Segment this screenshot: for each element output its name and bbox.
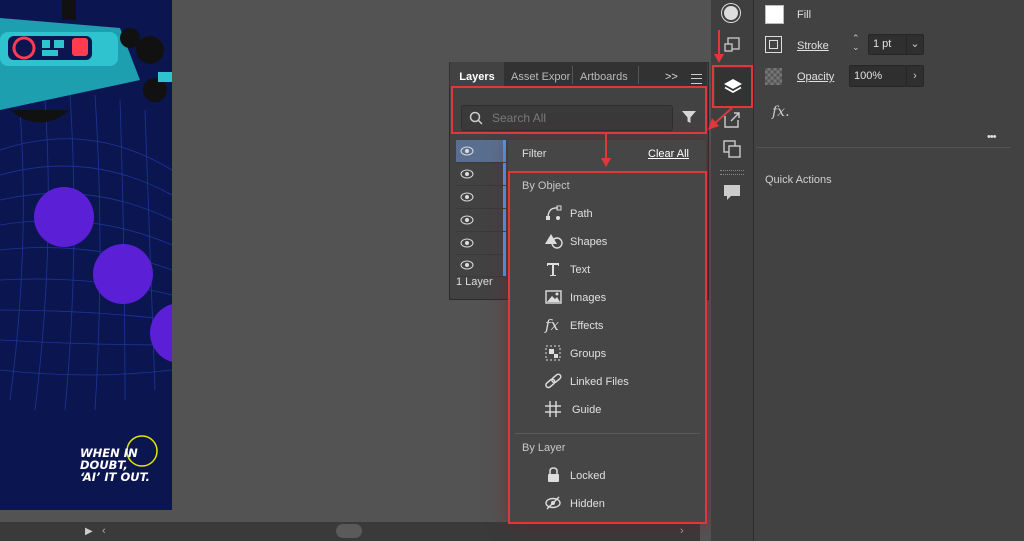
scroll-right-icon[interactable]: › xyxy=(680,525,684,537)
layer-row[interactable] xyxy=(456,232,504,255)
layer-color-bar xyxy=(503,186,506,208)
tab-divider xyxy=(638,66,639,84)
opacity-label[interactable]: Opacity xyxy=(797,71,834,83)
play-icon[interactable]: ▶ xyxy=(85,526,93,537)
stroke-dropdown-chevron-icon[interactable]: ⌄ xyxy=(906,34,924,55)
clear-all-link[interactable]: Clear All xyxy=(648,148,689,160)
panel-menu-icon[interactable] xyxy=(691,74,702,84)
stroke-label[interactable]: Stroke xyxy=(797,40,829,52)
visibility-eye-icon[interactable] xyxy=(460,169,474,179)
layer-count-label: 1 Layer xyxy=(456,276,493,288)
annotation-highlight-layers-button xyxy=(712,65,753,108)
annotation-highlight-search xyxy=(451,86,707,134)
visibility-eye-icon[interactable] xyxy=(460,192,474,202)
horizontal-scrollbar-thumb[interactable] xyxy=(336,524,362,538)
layer-color-bar xyxy=(503,232,506,254)
artboard-tagline: WHEN IN DOUBT, ‘AI’ IT OUT. xyxy=(80,446,150,484)
layer-row[interactable] xyxy=(456,186,504,209)
stroke-stepper[interactable]: ⌃ ⌄ xyxy=(852,34,860,52)
artboard-illustration xyxy=(0,0,172,467)
scroll-left-icon[interactable]: ‹ xyxy=(102,525,106,537)
opacity-icon xyxy=(765,68,782,85)
annotation-highlight-filter-menu xyxy=(508,171,707,524)
layer-row[interactable] xyxy=(456,140,504,163)
opacity-dropdown-icon[interactable]: › xyxy=(906,65,924,87)
panel-overflow-button[interactable]: >> xyxy=(665,62,678,87)
layer-row[interactable] xyxy=(456,163,504,186)
more-options-icon[interactable]: ••• xyxy=(987,131,997,143)
layer-color-bar xyxy=(503,209,506,231)
layer-color-bar xyxy=(503,140,506,162)
visibility-eye-icon[interactable] xyxy=(460,238,474,248)
tab-divider xyxy=(572,66,573,84)
panel-group-grip[interactable] xyxy=(720,170,744,175)
visibility-eye-icon[interactable] xyxy=(460,146,474,156)
appearance-icon[interactable] xyxy=(724,6,738,20)
fill-label: Fill xyxy=(797,9,812,21)
stroke-swatch[interactable] xyxy=(765,36,782,53)
tab-artboards[interactable]: Artboards xyxy=(580,62,628,87)
opacity-input[interactable]: 100% xyxy=(849,65,907,87)
layer-color-bar xyxy=(503,163,506,185)
tab-layers[interactable]: Layers xyxy=(450,62,504,88)
layer-row[interactable] xyxy=(456,209,504,232)
fill-swatch[interactable] xyxy=(765,5,784,24)
pathfinder-icon[interactable] xyxy=(722,139,742,159)
tab-asset-export[interactable]: Asset Expor xyxy=(511,62,570,87)
transform-icon[interactable] xyxy=(723,36,741,54)
quick-actions-heading: Quick Actions xyxy=(765,174,832,186)
visibility-eye-icon[interactable] xyxy=(460,260,474,270)
comments-icon[interactable] xyxy=(722,182,742,202)
fx-effects-button[interactable]: fx. xyxy=(772,104,790,120)
visibility-eye-icon[interactable] xyxy=(460,215,474,225)
filter-title: Filter xyxy=(522,148,547,160)
section-divider xyxy=(756,147,1010,148)
layer-color-bar xyxy=(503,254,506,276)
artboard[interactable]: WHEN IN DOUBT, ‘AI’ IT OUT. xyxy=(0,0,172,510)
export-icon[interactable] xyxy=(722,110,742,130)
layer-row[interactable] xyxy=(456,254,504,277)
